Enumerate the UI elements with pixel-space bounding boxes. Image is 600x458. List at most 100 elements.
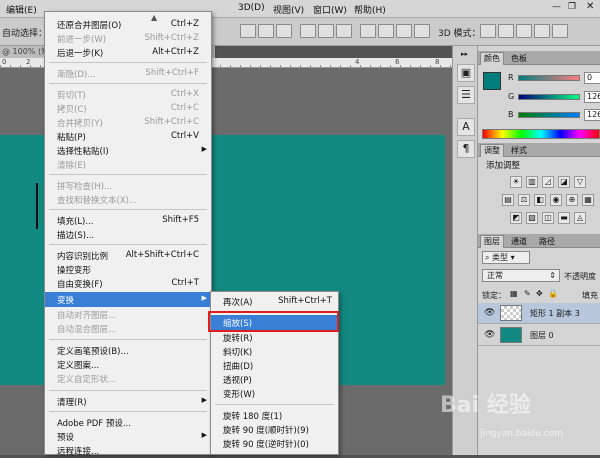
character-icon[interactable]: A — [457, 118, 475, 136]
channel-mixer-icon[interactable]: ⊕ — [566, 194, 578, 206]
menu-item-transform[interactable]: 变换 ▶ — [45, 292, 211, 307]
lock-paint-icon[interactable]: ✎ — [524, 289, 531, 298]
menu-item-rotate-90-cw[interactable]: 旋转 90 度(顺时针)(9) — [211, 422, 338, 437]
blue-value[interactable]: 126 — [584, 109, 600, 121]
distribute-bottom-icon[interactable] — [336, 24, 352, 38]
menu-item-perspective[interactable]: 透视(P) — [211, 372, 338, 387]
menu-window[interactable]: 窗口(W) — [313, 3, 347, 16]
distribute-left-icon[interactable] — [360, 24, 376, 38]
blue-slider[interactable]: B 126 — [508, 109, 600, 121]
menu-item-adobe-pdf-presets[interactable]: Adobe PDF 预设... — [45, 415, 211, 430]
vibrance-icon[interactable]: ▽ — [574, 176, 586, 188]
3d-slide-icon[interactable] — [534, 24, 550, 38]
black-white-icon[interactable]: ◧ — [534, 194, 546, 206]
distribute-middle-icon[interactable] — [318, 24, 334, 38]
menu-item-content-aware-scale[interactable]: 内容识别比例 Alt+Shift+Ctrl+C — [45, 248, 211, 263]
menu-view[interactable]: 视图(V) — [273, 3, 304, 16]
green-bar[interactable] — [518, 94, 580, 100]
layer-row[interactable]: 👁 矩形 1 副本 3 — [478, 303, 600, 324]
blend-mode-select[interactable]: 正常 ⇕ — [482, 269, 560, 282]
tab-channels[interactable]: 通道 — [508, 236, 530, 247]
blue-bar[interactable] — [518, 112, 580, 118]
color-lookup-icon[interactable]: ▦ — [582, 194, 594, 206]
photo-filter-icon[interactable]: ◉ — [550, 194, 562, 206]
hue-saturation-icon[interactable]: ▤ — [502, 194, 514, 206]
layer-name[interactable]: 矩形 1 副本 3 — [530, 308, 580, 319]
menu-edit[interactable]: 编辑(E) — [6, 3, 37, 16]
layer-filter-select[interactable]: ⌕ 类型 ▾ — [482, 251, 530, 264]
gradient-map-icon[interactable]: ▬ — [558, 212, 570, 224]
menu-item-define-brush[interactable]: 定义画笔预设(B)... — [45, 343, 211, 358]
tab-styles[interactable]: 样式 — [508, 145, 530, 156]
tab-swatches[interactable]: 色板 — [508, 53, 530, 64]
lock-move-icon[interactable]: ✥ — [536, 289, 543, 298]
menu-item-rotate-180[interactable]: 旋转 180 度(1) — [211, 408, 338, 423]
menu-item-puppet-warp[interactable]: 操控变形 — [45, 262, 211, 277]
red-value[interactable]: 0 — [584, 72, 600, 84]
red-slider[interactable]: R 0 — [508, 72, 600, 84]
posterize-icon[interactable]: ▨ — [526, 212, 538, 224]
menu-item-step-backward[interactable]: 后退一步(K) Alt+Ctrl+Z — [45, 45, 211, 60]
align-bottom-icon[interactable] — [276, 24, 292, 38]
color-spectrum[interactable] — [482, 129, 600, 139]
color-balance-icon[interactable]: ⚖ — [518, 194, 530, 206]
paragraph-icon[interactable]: ¶ — [457, 140, 475, 158]
history-icon[interactable]: ▣ — [457, 64, 475, 82]
menu-item-presets[interactable]: 预设 ▶ — [45, 429, 211, 444]
menu-item-fill[interactable]: 填充(L)... Shift+F5 — [45, 213, 211, 228]
menu-item-free-transform[interactable]: 自由变换(F) Ctrl+T — [45, 276, 211, 291]
menu-item-remote-connections[interactable]: 远程连接... — [45, 443, 211, 458]
green-slider[interactable]: G 126 — [508, 91, 600, 103]
close-icon[interactable]: ✕ — [586, 1, 594, 12]
blend-mode-label: 正常 — [487, 271, 503, 280]
menu-3d[interactable]: 3D(D) — [238, 3, 265, 13]
collapse-icon[interactable]: ▸▸ — [461, 50, 468, 58]
red-bar[interactable] — [518, 75, 580, 81]
menu-item-skew[interactable]: 斜切(K) — [211, 344, 338, 359]
align-top-icon[interactable] — [240, 24, 256, 38]
tab-paths[interactable]: 路径 — [536, 236, 558, 247]
eye-icon[interactable]: 👁 — [484, 330, 495, 340]
lock-transparency-icon[interactable]: ▦ — [510, 289, 518, 298]
menu-item-undo[interactable]: 还原合并图层(O) Ctrl+Z — [45, 17, 211, 32]
3d-drag-icon[interactable] — [516, 24, 532, 38]
3d-rotate-icon[interactable] — [480, 24, 496, 38]
brush-preset-icon[interactable]: ☰ — [457, 86, 475, 104]
brightness-icon[interactable]: ☀ — [510, 176, 522, 188]
tab-layers[interactable]: 图层 — [480, 235, 504, 248]
threshold-icon[interactable]: ◫ — [542, 212, 554, 224]
minimize-icon[interactable]: — — [552, 2, 561, 12]
green-value[interactable]: 126 — [584, 91, 600, 103]
layer-row[interactable]: 👁 图层 0 — [478, 325, 600, 346]
menu-item-rotate-90-ccw[interactable]: 旋转 90 度(逆时针)(0) — [211, 436, 338, 451]
menu-item-paste[interactable]: 粘贴(P) Ctrl+V — [45, 129, 211, 144]
layer-name[interactable]: 图层 0 — [530, 330, 554, 341]
tab-color[interactable]: 颜色 — [480, 52, 504, 65]
restore-icon[interactable]: ❐ — [568, 2, 576, 12]
menu-item-again[interactable]: 再次(A) Shift+Ctrl+T — [211, 294, 338, 309]
menu-item-distort[interactable]: 扭曲(D) — [211, 358, 338, 373]
curves-icon[interactable]: ◿ — [542, 176, 554, 188]
levels-icon[interactable]: ▥ — [526, 176, 538, 188]
3d-scale-icon[interactable] — [552, 24, 568, 38]
exposure-icon[interactable]: ◪ — [558, 176, 570, 188]
eye-icon[interactable]: 👁 — [484, 308, 495, 318]
selective-color-icon[interactable]: ◬ — [574, 212, 586, 224]
align-middle-icon[interactable] — [258, 24, 274, 38]
auto-align-icon[interactable] — [414, 24, 430, 38]
foreground-color-swatch[interactable] — [483, 72, 501, 90]
distribute-right-icon[interactable] — [396, 24, 412, 38]
3d-roll-icon[interactable] — [498, 24, 514, 38]
menu-item-stroke[interactable]: 描边(S)... — [45, 227, 211, 242]
menu-item-define-pattern[interactable]: 定义图案... — [45, 357, 211, 372]
tab-adjustments[interactable]: 调整 — [480, 144, 504, 157]
distribute-top-icon[interactable] — [300, 24, 316, 38]
menu-item-paste-special[interactable]: 选择性粘贴(I) ▶ — [45, 143, 211, 158]
menu-item-warp[interactable]: 变形(W) — [211, 386, 338, 401]
distribute-center-icon[interactable] — [378, 24, 394, 38]
lock-all-icon[interactable]: 🔒 — [548, 289, 558, 298]
menu-item-purge[interactable]: 清理(R) ▶ — [45, 394, 211, 409]
invert-icon[interactable]: ◩ — [510, 212, 522, 224]
menu-item-rotate[interactable]: 旋转(R) — [211, 330, 338, 345]
menu-help[interactable]: 帮助(H) — [354, 3, 386, 16]
